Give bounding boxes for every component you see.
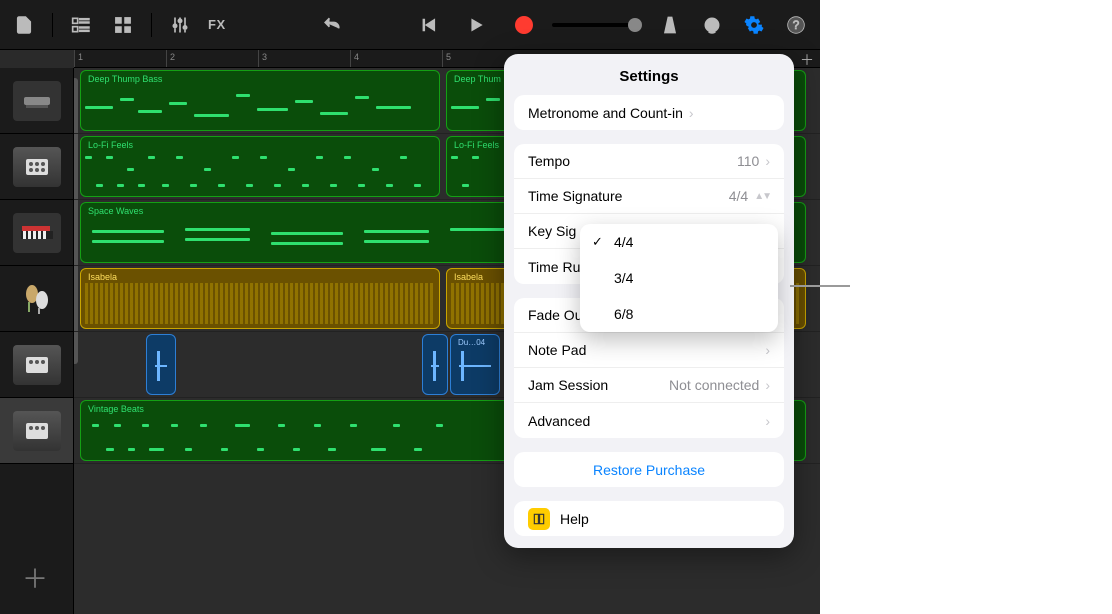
record-button[interactable] (510, 11, 538, 39)
bar-marker: 3 (258, 50, 350, 67)
master-volume-slider[interactable] (552, 23, 642, 27)
bar-marker: 2 (166, 50, 258, 67)
audio-region[interactable] (146, 334, 176, 395)
my-songs-button[interactable] (10, 11, 38, 39)
undo-button[interactable] (318, 11, 346, 39)
track-header[interactable] (0, 398, 73, 464)
chevron-right-icon: › (689, 105, 694, 121)
audio-region[interactable] (422, 334, 448, 395)
track-header[interactable] (0, 332, 73, 398)
settings-button[interactable] (740, 11, 768, 39)
midi-region[interactable]: Lo-Fi Feels (80, 136, 440, 197)
advanced-row[interactable]: Advanced › (514, 403, 784, 438)
jam-session-row[interactable]: Jam Session Not connected › (514, 368, 784, 403)
audio-region[interactable]: Du…04 (450, 334, 500, 395)
time-sig-option[interactable]: 3/4 (580, 260, 778, 296)
chevron-right-icon: › (765, 342, 770, 358)
chevron-right-icon: › (765, 377, 770, 393)
bar-marker: 4 (350, 50, 442, 67)
time-sig-option[interactable]: 4/4 (580, 224, 778, 260)
track-header[interactable] (0, 68, 73, 134)
restore-purchase-button[interactable]: Restore Purchase (514, 452, 784, 487)
add-track-button[interactable]: ＋ (22, 559, 48, 596)
loop-browser-button[interactable] (698, 11, 726, 39)
go-to-start-button[interactable] (414, 11, 442, 39)
track-header[interactable] (0, 134, 73, 200)
play-button[interactable] (462, 11, 490, 39)
grid-view-icon[interactable] (109, 11, 137, 39)
track-header[interactable] (0, 266, 73, 332)
chevron-right-icon: › (765, 413, 770, 429)
chevron-right-icon: › (765, 153, 770, 169)
add-section-button[interactable]: ＋ (800, 50, 814, 70)
help-row[interactable]: Help (514, 501, 784, 536)
tracks-view-button[interactable] (67, 11, 95, 39)
metronome-icon[interactable] (656, 11, 684, 39)
note-pad-row[interactable]: Note Pad › (514, 333, 784, 368)
time-signature-row[interactable]: Time Signature 4/4 ▲▼ (514, 179, 784, 214)
svg-text:?: ? (793, 19, 800, 32)
time-sig-option[interactable]: 6/8 (580, 296, 778, 332)
updown-icon: ▲▼ (754, 191, 770, 202)
fx-button[interactable]: FX (208, 17, 226, 32)
tempo-row[interactable]: Tempo 110 › (514, 144, 784, 179)
midi-region[interactable]: Deep Thump Bass (80, 70, 440, 131)
help-book-icon (528, 508, 550, 530)
drummer-region[interactable]: Isabela (80, 268, 440, 329)
settings-title: Settings (504, 54, 794, 95)
time-signature-dropdown: 4/4 3/4 6/8 (580, 224, 778, 332)
callout-line (790, 285, 850, 287)
metronome-row[interactable]: Metronome and Count-in › (514, 95, 784, 130)
help-icon[interactable]: ? (782, 11, 810, 39)
bar-marker: 1 (74, 50, 166, 67)
track-header[interactable] (0, 200, 73, 266)
mixer-icon[interactable] (166, 11, 194, 39)
